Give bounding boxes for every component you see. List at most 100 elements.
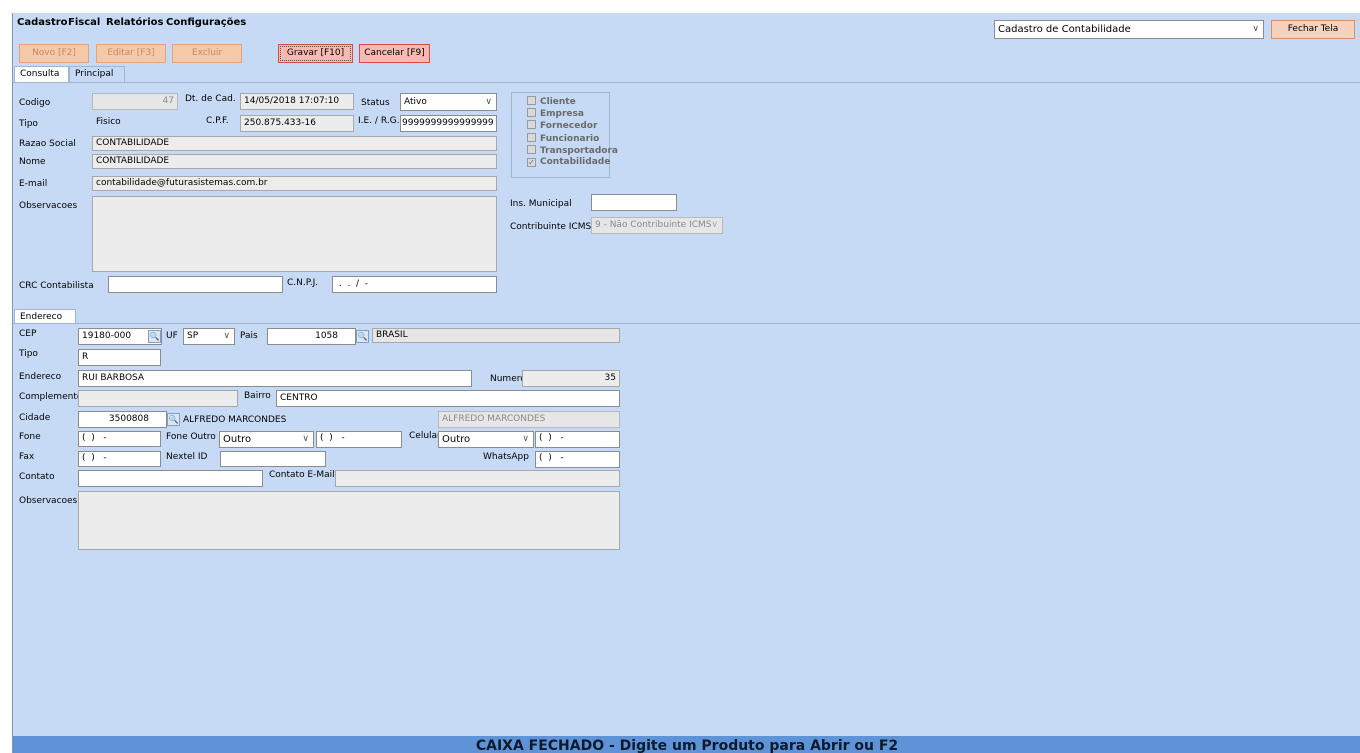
search-icon[interactable]: 🔍 — [356, 330, 369, 343]
cidade-name-text: ALFREDO MARCONDES — [183, 415, 287, 425]
numero-label: Numero — [490, 374, 526, 384]
fone-outro-field[interactable]: ( ) - — [316, 431, 402, 448]
endereco-field[interactable]: RUI BARBOSA — [78, 370, 472, 387]
crc-label: CRC Contabilista — [19, 281, 94, 291]
celular-field[interactable]: ( ) - — [535, 431, 620, 448]
status-select[interactable]: Ativo ∨ — [400, 93, 497, 111]
whatsapp-field[interactable]: ( ) - — [535, 451, 620, 468]
tab-consulta[interactable]: Consulta — [14, 66, 69, 82]
role-label: Cliente — [540, 97, 576, 107]
role-label: Transportadora — [540, 145, 619, 156]
codigo-field: 47 — [92, 93, 178, 110]
celular-label: Celular — [409, 431, 441, 441]
edit-button[interactable]: Editar [F3] — [96, 44, 166, 63]
checkbox-unchecked-icon — [527, 108, 536, 118]
contato-field[interactable] — [78, 470, 263, 487]
save-button[interactable]: Gravar [F10] — [278, 44, 353, 63]
dtcad-field: 14/05/2018 17:07:10 — [240, 93, 354, 110]
search-icon[interactable]: 🔍 — [167, 413, 180, 426]
nextel-label: Nextel ID — [166, 452, 208, 462]
role-checkbox-funcionario[interactable]: Funcionario — [527, 132, 600, 144]
role-checkbox-fornecedor[interactable]: Fornecedor — [527, 120, 597, 131]
addr-obs-textarea[interactable] — [78, 491, 620, 550]
delete-button[interactable]: Excluir — [172, 44, 242, 63]
contato-label: Contato — [19, 472, 55, 482]
role-label: Contabilidade — [540, 157, 611, 167]
crc-field[interactable] — [108, 276, 283, 293]
search-icon[interactable]: 🔍 — [148, 330, 161, 343]
fone-outro-select[interactable]: Outro ∨ — [219, 431, 314, 448]
chevron-down-icon: ∨ — [485, 97, 492, 107]
razao-field[interactable]: CONTABILIDADE — [92, 136, 497, 151]
celular-select[interactable]: Outro ∨ — [438, 431, 534, 448]
addr-tipo-label: Tipo — [19, 349, 38, 359]
codigo-label: Codigo — [19, 98, 51, 108]
cidade-label: Cidade — [19, 413, 51, 423]
chevron-down-icon: ∨ — [302, 434, 309, 444]
chevron-down-icon: ∨ — [522, 434, 529, 444]
numero-field[interactable]: 35 — [522, 370, 620, 387]
uf-value: SP — [187, 331, 199, 341]
nextel-field[interactable] — [220, 451, 326, 467]
uf-select[interactable]: SP ∨ — [183, 328, 235, 345]
status-value: Ativo — [404, 97, 427, 107]
obs-textarea[interactable] — [92, 196, 497, 272]
uf-label: UF — [166, 331, 178, 341]
role-checkbox-cliente[interactable]: Cliente — [527, 96, 576, 107]
tab-divider — [13, 82, 1360, 83]
menu-fiscal[interactable]: Fiscal — [68, 17, 100, 28]
role-checkbox-contabilidade[interactable]: ✓ Contabilidade — [527, 157, 610, 167]
bairro-label: Bairro — [244, 391, 271, 401]
checkbox-unchecked-icon — [527, 132, 536, 142]
razao-label: Razao Social — [19, 139, 76, 149]
tipo-field: Fisico — [92, 115, 178, 130]
obs-label: Observacoes — [19, 201, 78, 211]
menu-cadastro[interactable]: Cadastro — [17, 17, 68, 28]
fax-label: Fax — [19, 452, 35, 462]
window-select[interactable]: Cadastro de Contabilidade ∨ — [994, 20, 1264, 39]
nome-label: Nome — [19, 157, 46, 167]
checkbox-unchecked-icon — [527, 144, 536, 154]
pais-label: Pais — [240, 331, 258, 341]
tab-endereco[interactable]: Endereco — [14, 309, 76, 324]
new-button[interactable]: Novo [F2] — [19, 44, 89, 63]
role-checkbox-transportadora[interactable]: Transportadora — [527, 144, 619, 156]
icms-label: Contribuinte ICMS — [510, 222, 592, 232]
tipo-label: Tipo — [19, 119, 38, 129]
checkbox-unchecked-icon — [527, 120, 536, 130]
section-divider — [13, 323, 1360, 324]
pais-code-field[interactable]: 1058 — [267, 328, 356, 345]
fax-field[interactable]: ( ) - — [78, 451, 161, 467]
complemento-field[interactable] — [78, 390, 238, 407]
icms-select[interactable]: 9 - Não Contribuinte ICMS ∨ — [591, 217, 723, 234]
cidade-code-field[interactable]: 3500808 — [78, 411, 167, 428]
ins-municipal-label: Ins. Municipal — [510, 199, 572, 209]
nome-field[interactable]: CONTABILIDADE — [92, 154, 497, 169]
chevron-down-icon: ∨ — [711, 220, 718, 230]
role-checkbox-empresa[interactable]: Empresa — [527, 108, 584, 119]
addr-tipo-field[interactable]: R — [78, 349, 161, 366]
close-screen-button[interactable]: Fechar Tela — [1271, 20, 1355, 39]
contato-email-field[interactable] — [335, 470, 620, 487]
pais-name-field: BRASIL — [372, 328, 620, 343]
email-field[interactable]: contabilidade@futurasistemas.com.br — [92, 176, 497, 191]
tab-principal[interactable]: Principal — [69, 66, 125, 82]
role-label: Funcionario — [540, 133, 600, 144]
ins-municipal-field[interactable] — [591, 194, 677, 211]
cnpj-field[interactable]: . . / - — [332, 276, 497, 293]
cnpj-label: C.N.P.J. — [287, 278, 319, 288]
menu-relatorios[interactable]: Relatórios — [106, 17, 164, 28]
bairro-field[interactable]: CENTRO — [276, 390, 620, 407]
fone-outro-label: Fone Outro — [166, 432, 216, 442]
dtcad-label: Dt. de Cad. — [185, 94, 236, 104]
checkbox-unchecked-icon — [527, 96, 536, 105]
ie-field[interactable]: 9999999999999999 — [400, 115, 497, 132]
chevron-down-icon: ∨ — [223, 331, 230, 341]
status-label: Status — [361, 98, 390, 108]
role-label: Fornecedor — [540, 121, 598, 132]
cpf-label: C.P.F. — [206, 116, 229, 126]
menu-configuracoes[interactable]: Configurações — [166, 17, 246, 28]
fone-field[interactable]: ( ) - — [78, 431, 161, 447]
cep-label: CEP — [19, 329, 37, 339]
cancel-button[interactable]: Cancelar [F9] — [359, 44, 430, 63]
